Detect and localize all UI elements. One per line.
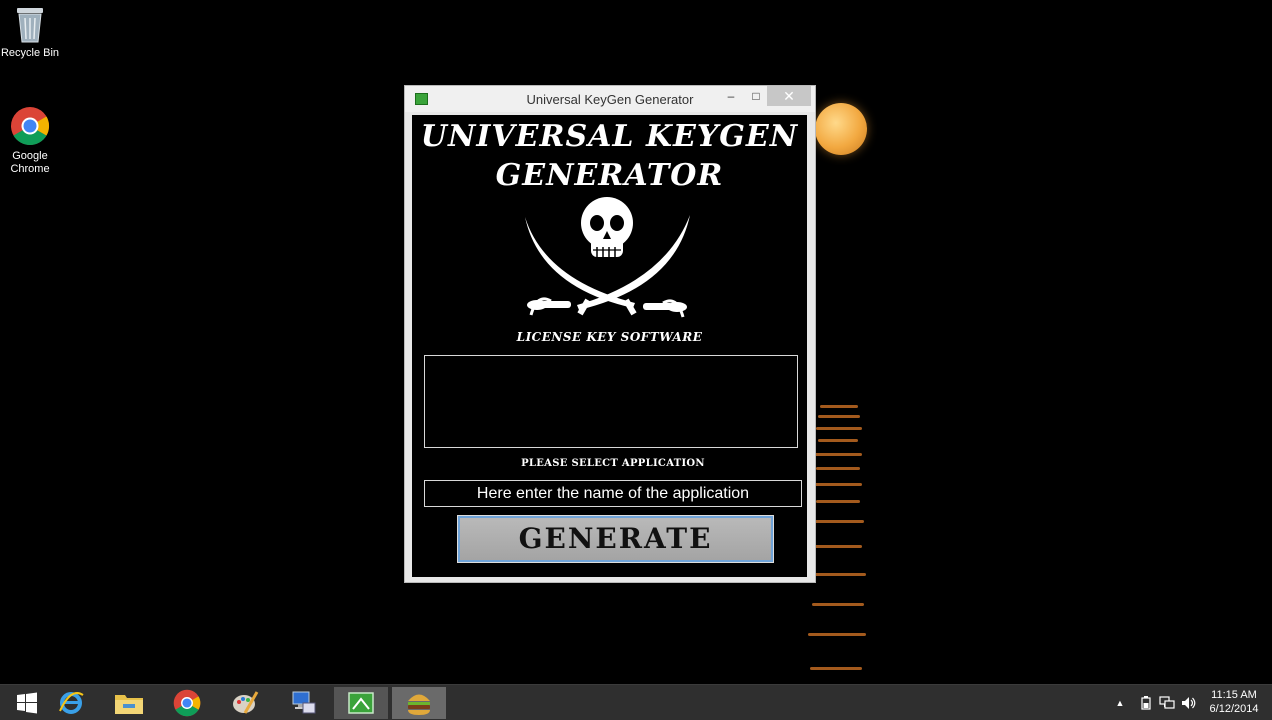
taskbar-chrome[interactable] <box>160 687 214 719</box>
app-heading-line2: GENERATOR <box>495 158 724 193</box>
ie-icon <box>59 692 84 714</box>
burger-icon <box>408 694 430 715</box>
taskbar-file-explorer[interactable] <box>102 687 156 719</box>
taskbar-remote-desktop[interactable] <box>276 687 330 719</box>
window-titlebar[interactable]: Universal KeyGen Generator – □ ✕ <box>405 86 815 112</box>
generate-button[interactable]: GENERATE <box>457 515 774 563</box>
computer-icon <box>292 691 316 714</box>
google-chrome-shortcut[interactable]: Google Chrome <box>0 106 60 176</box>
moon-wallpaper <box>815 103 867 155</box>
taskbar-keygen-app[interactable] <box>334 687 388 719</box>
paint-icon <box>233 691 259 714</box>
taskbar: ▲ 11:15 AM 6/12/2014 <box>0 684 1272 720</box>
window-content: UNIVERSAL KEYGEN GENERATOR LICENSE KEY S… <box>412 115 807 577</box>
recycle-bin-icon <box>15 6 45 44</box>
recycle-bin-label: Recycle Bin <box>0 47 60 59</box>
volume-icon[interactable] <box>1180 689 1198 717</box>
skull-crossed-swords-icon <box>515 195 700 330</box>
keygen-window: Universal KeyGen Generator – □ ✕ UNIVERS… <box>404 85 816 583</box>
taskbar-paint[interactable] <box>218 687 272 719</box>
taskbar-clock[interactable]: 11:15 AM 6/12/2014 <box>1206 688 1262 716</box>
battery-icon[interactable] <box>1138 689 1154 717</box>
minimize-button[interactable]: – <box>721 86 741 106</box>
chrome-icon <box>10 106 50 146</box>
recycle-bin-shortcut[interactable]: Recycle Bin <box>0 6 60 60</box>
select-application-label: PLEASE SELECT APPLICATION <box>521 458 705 469</box>
app-heading-line1: UNIVERSAL KEYGEN <box>420 119 799 154</box>
taskbar-internet-explorer[interactable] <box>44 687 98 719</box>
application-name-input[interactable] <box>424 480 802 507</box>
window-title: Universal KeyGen Generator <box>526 92 694 107</box>
show-hidden-icons-button[interactable]: ▲ <box>1112 689 1128 717</box>
generated-key-output[interactable] <box>424 355 798 448</box>
license-key-tagline: LICENSE KEY SOFTWARE <box>516 330 703 344</box>
network-icon[interactable] <box>1158 689 1176 717</box>
maximize-button[interactable]: □ <box>745 86 767 106</box>
close-button[interactable]: ✕ <box>767 86 811 106</box>
app-icon <box>415 93 428 105</box>
folder-icon <box>115 695 143 714</box>
clock-date: 6/12/2014 <box>1209 703 1259 715</box>
keygen-app-icon <box>348 692 374 714</box>
chrome-icon <box>173 689 201 717</box>
windows-logo-icon <box>17 692 37 714</box>
google-chrome-label: Google Chrome <box>10 150 50 175</box>
moon-reflection-wallpaper <box>806 405 876 684</box>
clock-time: 11:15 AM <box>1211 689 1257 701</box>
taskbar-burger-app[interactable] <box>392 687 446 719</box>
